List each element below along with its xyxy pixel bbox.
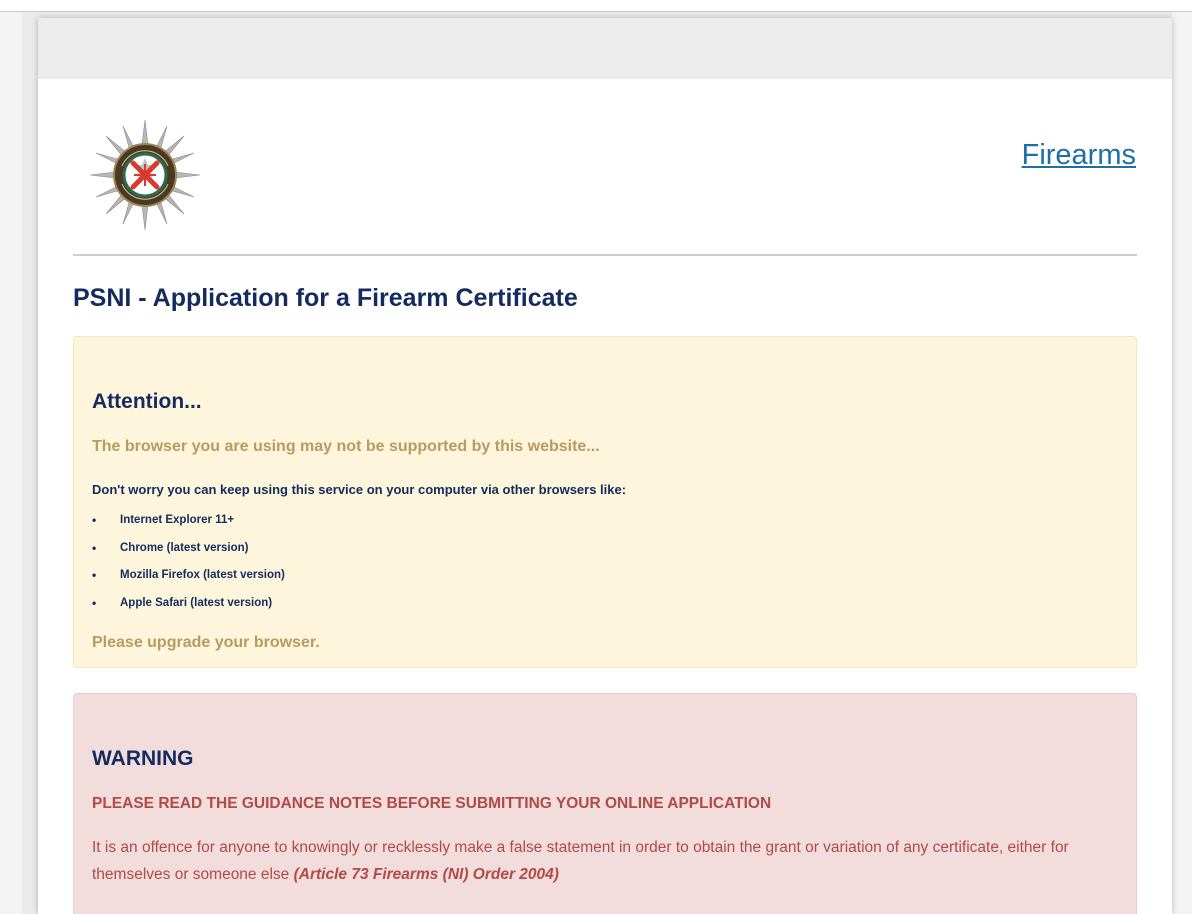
crest-icon — [89, 119, 201, 231]
list-item: Mozilla Firefox (latest version) — [92, 568, 285, 596]
attention-heading: Attention... — [92, 390, 202, 413]
warning-lead: PLEASE READ THE GUIDANCE NOTES BEFORE SU… — [92, 795, 772, 812]
warning-text: It is an offence for anyone to knowingly… — [92, 834, 1102, 888]
firearms-nav-link[interactable]: Firearms — [1022, 139, 1136, 172]
psni-crest-logo — [88, 118, 202, 232]
page-title: PSNI - Application for a Firearm Certifi… — [73, 284, 578, 312]
supported-browsers-list: Internet Explorer 11+ Chrome (latest ver… — [92, 513, 285, 623]
header-divider — [73, 254, 1137, 256]
list-item: Internet Explorer 11+ — [92, 513, 285, 541]
warning-heading: WARNING — [92, 747, 194, 770]
warning-body: It is an offence for anyone to knowingly… — [92, 839, 1069, 883]
page-card: Firearms PSNI - Application for a Firear… — [38, 18, 1172, 914]
attention-intro: Don't worry you can keep using this serv… — [92, 482, 627, 497]
browser-top-edge — [0, 0, 1192, 12]
browser-support-alert: Attention... The browser you are using m… — [73, 336, 1137, 668]
list-item: Chrome (latest version) — [92, 541, 285, 569]
attention-footer: Please upgrade your browser. — [92, 634, 320, 651]
card-top-bar — [38, 18, 1172, 79]
warning-citation: (Article 73 Firearms (NI) Order 2004) — [293, 866, 559, 883]
list-item: Apple Safari (latest version) — [92, 596, 285, 624]
attention-lead: The browser you are using may not be sup… — [92, 438, 600, 455]
warning-alert: WARNING PLEASE READ THE GUIDANCE NOTES B… — [73, 693, 1137, 914]
